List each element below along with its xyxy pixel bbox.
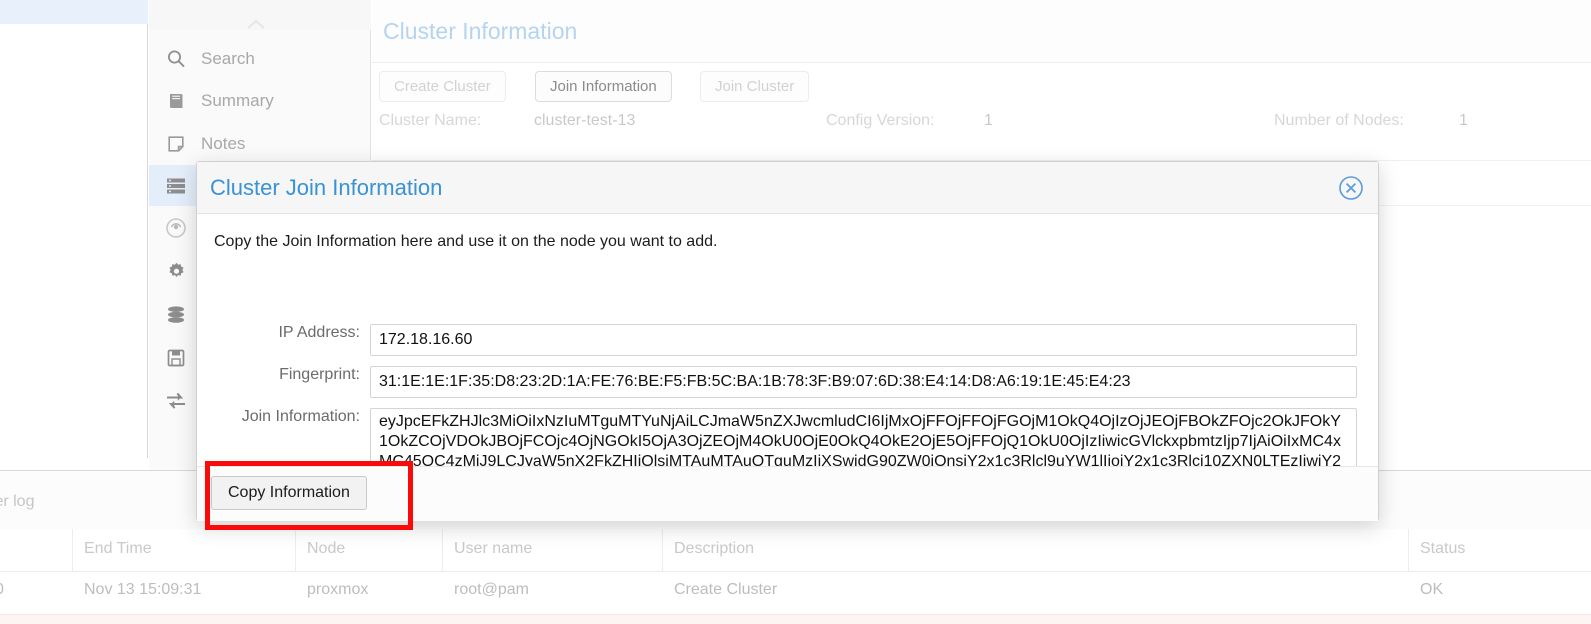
gear-icon (163, 259, 189, 285)
column-divider (662, 529, 663, 571)
create-cluster-button[interactable]: Create Cluster (379, 71, 506, 102)
dialog-footer: Copy Information (197, 466, 1378, 521)
column-header-description[interactable]: Description (674, 540, 754, 558)
backup-icon (163, 345, 189, 371)
log-panel-title: ter log (0, 493, 35, 510)
column-divider (1408, 529, 1409, 571)
ip-address-label: IP Address: (278, 324, 360, 341)
log-table-header-row: End Time Node User name Description Stat… (0, 529, 1591, 572)
cluster-icon (163, 173, 189, 199)
column-header-node[interactable]: Node (307, 540, 345, 558)
number-of-nodes-label: Number of Nodes: (1274, 112, 1404, 129)
column-header-user-name[interactable]: User name (454, 540, 532, 558)
column-header-end-time[interactable]: End Time (84, 540, 152, 558)
join-information-button[interactable]: Join Information (535, 71, 672, 102)
log-table: End Time Node User name Description Stat… (0, 529, 1591, 624)
cluster-toolbar: Create Cluster Join Information Join Clu… (372, 64, 1591, 110)
chevron-up-icon (245, 14, 267, 36)
fingerprint-label: Fingerprint: (279, 366, 360, 383)
cell-status: OK (1420, 581, 1444, 598)
copy-information-button[interactable]: Copy Information (211, 476, 367, 510)
dialog-description: Copy the Join Information here and use i… (214, 233, 718, 250)
cell-end-time: Nov 13 15:09:31 (84, 581, 202, 598)
column-divider (442, 529, 443, 571)
ip-address-input[interactable] (370, 324, 1357, 356)
book-icon (163, 88, 189, 114)
resource-tree-panel: r x (0, 0, 148, 458)
cell-node: proxmox (307, 581, 369, 598)
column-divider (72, 529, 73, 571)
dialog-header: Cluster Join Information (197, 162, 1378, 214)
config-version-label: Config Version: (826, 112, 935, 129)
sidebar-item-label-summary: Summary (201, 90, 274, 110)
column-divider (295, 529, 296, 571)
log-table-bottom-stripe (0, 614, 1591, 624)
application-root: r x Search Summary (0, 0, 1591, 624)
sidebar-item-label-notes: Notes (201, 133, 246, 153)
sidebar-collapse-button[interactable] (149, 0, 371, 30)
cell-user-name: root@pam (454, 581, 529, 598)
close-circle-icon[interactable] (1338, 175, 1364, 201)
panel-header: Cluster Information (372, 0, 1591, 63)
search-icon (163, 46, 189, 72)
cell-description: Create Cluster (674, 581, 778, 598)
join-information-label: Join Information: (241, 408, 360, 425)
dialog-title: Cluster Join Information (210, 175, 443, 200)
cluster-info-row: Cluster Name: cluster-test-13 Config Ver… (372, 112, 1591, 156)
table-row[interactable]: 0 Nov 13 15:09:31 proxmox root@pam Creat… (0, 572, 1591, 612)
page-title: Cluster Information (383, 18, 578, 44)
ceph-icon (163, 215, 189, 241)
resource-tree-selected-row[interactable] (0, 0, 148, 24)
sidebar-item-label-search: Search (201, 48, 255, 68)
fingerprint-input[interactable] (370, 366, 1357, 398)
cluster-name-label: Cluster Name: (379, 112, 482, 129)
dialog-body: Copy the Join Information here and use i… (197, 214, 1378, 501)
join-cluster-button[interactable]: Join Cluster (700, 71, 810, 102)
note-icon (163, 131, 189, 157)
cluster-join-information-dialog: Cluster Join Information Copy the Join I… (196, 161, 1379, 521)
sidebar-item-notes[interactable]: Notes (149, 123, 371, 164)
sidebar-item-summary[interactable]: Summary (149, 80, 371, 121)
cluster-name-value: cluster-test-13 (534, 112, 636, 129)
cell-start-time: 0 (0, 581, 4, 599)
column-header-status[interactable]: Status (1420, 540, 1465, 558)
sidebar-item-search[interactable]: Search (149, 38, 371, 79)
number-of-nodes-value: 1 (1459, 112, 1468, 129)
config-version-value: 1 (984, 112, 993, 129)
storage-icon (163, 302, 189, 328)
replication-icon (163, 388, 189, 414)
